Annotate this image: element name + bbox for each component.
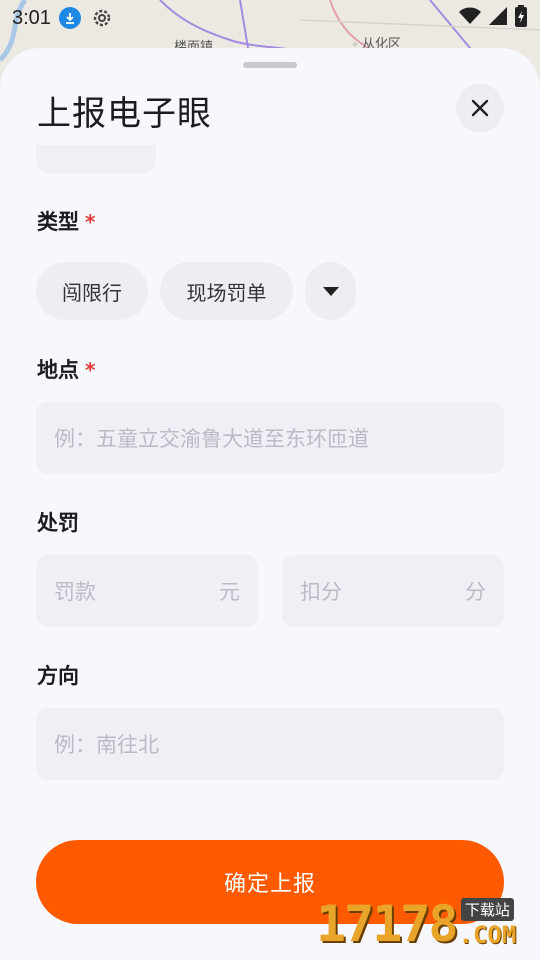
chip-red-light-restriction[interactable]: 闯限行 [36, 262, 148, 320]
type-label-text: 类型 [37, 210, 79, 234]
watermark-side: 下载站 .COM [458, 898, 517, 949]
direction-placeholder: 例：南往北 [54, 733, 159, 757]
triangle-down-icon [322, 286, 339, 296]
direction-input[interactable]: 例：南往北 [36, 708, 504, 780]
chip-onsite-ticket[interactable]: 现场罚单 [160, 262, 293, 320]
watermark-suffix: .COM [458, 921, 517, 949]
close-icon [471, 99, 489, 117]
gear-icon [91, 7, 113, 29]
scrolled-field[interactable] [36, 145, 156, 173]
location-label: 地点 * [37, 354, 95, 384]
sheet-title: 上报电子眼 [37, 94, 212, 134]
expand-types-button[interactable] [305, 262, 356, 320]
points-placeholder: 扣分 [300, 580, 342, 604]
required-mark: * [85, 210, 96, 234]
points-input[interactable]: 扣分 分 [282, 555, 504, 627]
watermark-tag: 下载站 [460, 898, 514, 921]
location-input[interactable]: 例：五童立交渝鲁大道至东环匝道 [36, 402, 504, 474]
wifi-icon [458, 6, 482, 30]
signal-icon [488, 6, 508, 30]
required-mark: * [85, 358, 96, 382]
report-sheet: 上报电子眼 类型 * 闯限行 现场罚单 地点 * 例：五童立交渝鲁大道至东环匝道 处… [0, 48, 540, 960]
download-icon [58, 7, 81, 29]
type-label: 类型 * [37, 206, 95, 236]
status-bar: 3:01 [0, 0, 540, 36]
penalty-label: 处罚 [37, 511, 79, 535]
site-watermark: 17178 下载站 .COM [316, 898, 516, 949]
close-button[interactable] [456, 84, 504, 132]
fine-input[interactable]: 罚款 元 [36, 555, 258, 627]
drag-handle[interactable] [243, 62, 297, 68]
watermark-number: 17178 [316, 895, 459, 953]
fine-placeholder: 罚款 [54, 580, 96, 604]
location-placeholder: 例：五童立交渝鲁大道至东环匝道 [54, 427, 369, 451]
status-time: 3:01 [12, 6, 51, 29]
battery-icon [514, 5, 528, 31]
points-unit: 分 [465, 580, 486, 604]
direction-label: 方向 [37, 664, 79, 688]
location-label-text: 地点 [37, 358, 79, 382]
fine-unit: 元 [219, 580, 240, 604]
status-icons [458, 5, 528, 31]
